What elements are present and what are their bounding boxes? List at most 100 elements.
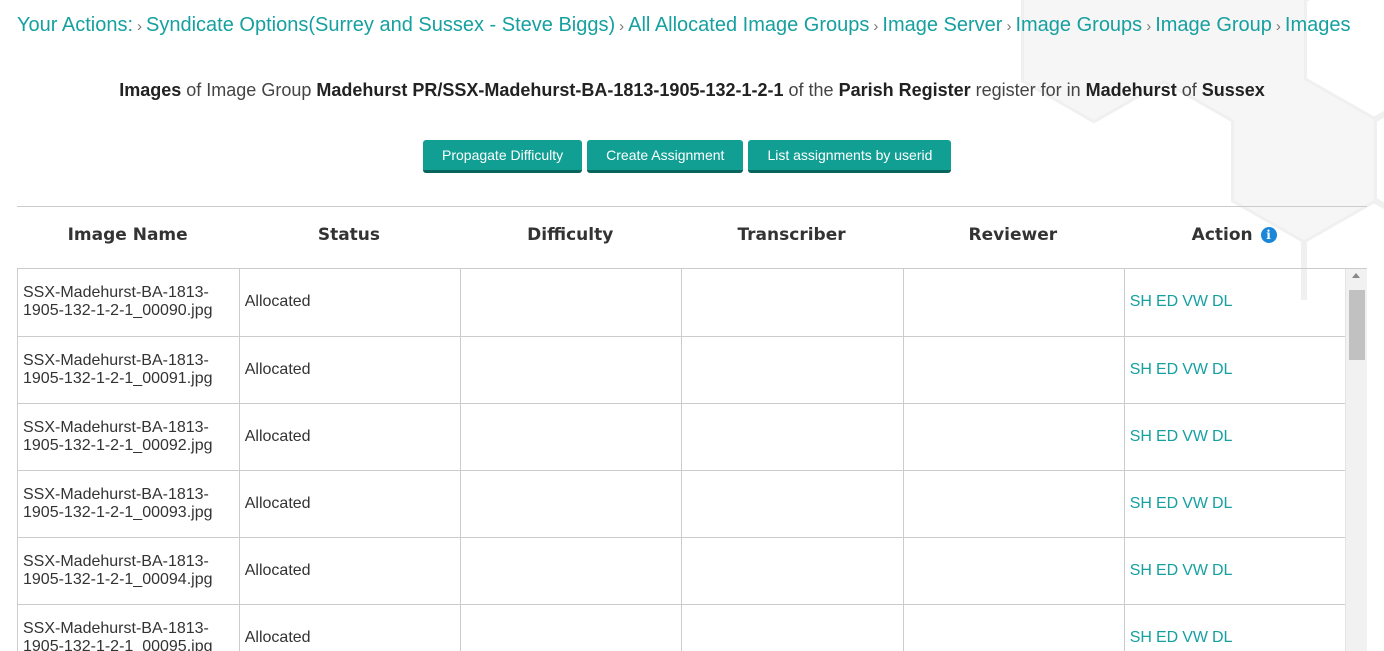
action-link-sh[interactable]: SH [1130, 562, 1152, 579]
breadcrumb-separator-icon: › [1006, 18, 1012, 35]
difficulty-cell [460, 336, 683, 404]
difficulty-cell [460, 470, 683, 538]
action-link-dl[interactable]: DL [1212, 293, 1232, 310]
create-assignment-button[interactable]: Create Assignment [587, 140, 744, 173]
hexagon-background-pattern [1021, 0, 1384, 300]
action-link-vw[interactable]: VW [1182, 428, 1208, 445]
heading-text: register for in [970, 80, 1086, 100]
action-cell: SH ED VW DL [1124, 470, 1347, 538]
breadcrumb: Your Actions: › Syndicate Options(Surrey a… [17, 14, 1351, 37]
breadcrumb-separator-icon: › [137, 18, 143, 35]
action-cell: SH ED VW DL [1124, 537, 1347, 605]
scroll-up-arrow-icon[interactable] [1352, 273, 1360, 278]
column-header-status: Status [317, 225, 381, 245]
heading-text: of Image Group [181, 80, 317, 100]
difficulty-cell [460, 269, 683, 337]
action-link-dl[interactable]: DL [1212, 428, 1232, 445]
column-header-transcriber: Transcriber [737, 225, 846, 245]
breadcrumb-image-server[interactable]: Image Server [882, 14, 1002, 36]
table-row: SSX-Madehurst-BA-1813-1905-132-1-2-1_000… [18, 336, 1347, 404]
breadcrumb-syndicate-options[interactable]: Syndicate Options(Surrey and Sussex - St… [146, 14, 615, 36]
action-link-vw[interactable]: VW [1182, 562, 1208, 579]
breadcrumb-separator-icon: › [873, 18, 879, 35]
action-link-vw[interactable]: VW [1182, 361, 1208, 378]
action-link-dl[interactable]: DL [1212, 629, 1232, 646]
action-link-vw[interactable]: VW [1182, 293, 1208, 310]
image-name-cell: SSX-Madehurst-BA-1813-1905-132-1-2-1_000… [18, 470, 240, 538]
image-name-cell: SSX-Madehurst-BA-1813-1905-132-1-2-1_000… [18, 269, 240, 337]
transcriber-cell [681, 336, 904, 404]
action-cell: SH ED VW DL [1124, 403, 1347, 471]
breadcrumb-prefix: Your Actions: [17, 14, 134, 36]
status-cell: Allocated [239, 470, 462, 538]
info-icon[interactable]: i [1260, 227, 1277, 243]
action-link-ed[interactable]: ED [1156, 361, 1178, 378]
column-header-image-name: Image Name [67, 225, 188, 245]
action-link-sh[interactable]: SH [1130, 361, 1152, 378]
action-link-sh[interactable]: SH [1130, 428, 1152, 445]
table-row: SSX-Madehurst-BA-1813-1905-132-1-2-1_000… [18, 537, 1347, 605]
breadcrumb-images[interactable]: Images [1285, 14, 1351, 36]
heading-image-group-name: Madehurst PR/SSX-Madehurst-BA-1813-1905-… [316, 80, 784, 100]
action-link-ed[interactable]: ED [1156, 495, 1178, 512]
image-name-cell: SSX-Madehurst-BA-1813-1905-132-1-2-1_000… [18, 537, 240, 605]
table-row: SSX-Madehurst-BA-1813-1905-132-1-2-1_000… [18, 470, 1347, 538]
transcriber-cell [681, 537, 904, 605]
action-link-sh[interactable]: SH [1130, 495, 1152, 512]
transcriber-cell [681, 269, 904, 337]
difficulty-cell [460, 604, 683, 651]
breadcrumb-separator-icon: › [1275, 18, 1281, 35]
action-link-sh[interactable]: SH [1130, 629, 1152, 646]
action-link-vw[interactable]: VW [1182, 495, 1208, 512]
action-link-ed[interactable]: ED [1156, 293, 1178, 310]
status-cell: Allocated [239, 403, 462, 471]
heading-text: of the [783, 80, 839, 100]
action-link-dl[interactable]: DL [1212, 495, 1232, 512]
reviewer-cell [903, 604, 1125, 651]
reviewer-cell [903, 336, 1125, 404]
heading-county: Sussex [1201, 80, 1265, 100]
status-cell: Allocated [239, 604, 462, 651]
status-cell: Allocated [239, 269, 462, 337]
heading-register-type: Parish Register [838, 80, 971, 100]
image-name-cell: SSX-Madehurst-BA-1813-1905-132-1-2-1_000… [18, 403, 240, 471]
difficulty-cell [460, 403, 683, 471]
breadcrumb-separator-icon: › [1146, 18, 1152, 35]
scrollbar-thumb[interactable] [1349, 290, 1365, 360]
reviewer-cell [903, 470, 1125, 538]
list-assignments-by-userid-button[interactable]: List assignments by userid [748, 140, 952, 173]
action-cell: SH ED VW DL [1124, 604, 1347, 651]
page-title: Images of Image Group Madehurst PR/SSX-M… [0, 80, 1384, 101]
divider [17, 206, 1367, 207]
column-header-reviewer: Reviewer [968, 225, 1058, 245]
breadcrumb-image-group[interactable]: Image Group [1155, 14, 1272, 36]
action-link-vw[interactable]: VW [1182, 629, 1208, 646]
action-cell: SH ED VW DL [1124, 269, 1347, 337]
table-row: SSX-Madehurst-BA-1813-1905-132-1-2-1_000… [18, 403, 1347, 471]
transcriber-cell [681, 604, 904, 651]
status-cell: Allocated [239, 537, 462, 605]
action-button-row: Propagate Difficulty Create Assignment L… [423, 140, 952, 173]
vertical-scrollbar[interactable] [1345, 269, 1367, 651]
image-name-cell: SSX-Madehurst-BA-1813-1905-132-1-2-1_000… [18, 604, 240, 651]
reviewer-cell [903, 537, 1125, 605]
action-link-ed[interactable]: ED [1156, 629, 1178, 646]
status-cell: Allocated [239, 336, 462, 404]
propagate-difficulty-button[interactable]: Propagate Difficulty [423, 140, 583, 173]
reviewer-cell [903, 269, 1125, 337]
action-cell: SH ED VW DL [1124, 336, 1347, 404]
heading-images-label: Images [119, 80, 182, 100]
breadcrumb-image-groups[interactable]: Image Groups [1015, 14, 1142, 36]
image-name-cell: SSX-Madehurst-BA-1813-1905-132-1-2-1_000… [18, 336, 240, 404]
column-header-action: Action i [1123, 225, 1344, 245]
action-link-ed[interactable]: ED [1156, 428, 1178, 445]
action-link-sh[interactable]: SH [1130, 293, 1152, 310]
action-link-ed[interactable]: ED [1156, 562, 1178, 579]
reviewer-cell [903, 403, 1125, 471]
action-link-dl[interactable]: DL [1212, 361, 1232, 378]
table-row: SSX-Madehurst-BA-1813-1905-132-1-2-1_000… [18, 604, 1347, 651]
transcriber-cell [681, 403, 904, 471]
action-link-dl[interactable]: DL [1212, 562, 1232, 579]
column-header-difficulty: Difficulty [527, 225, 614, 245]
breadcrumb-all-allocated-image-groups[interactable]: All Allocated Image Groups [628, 14, 869, 36]
